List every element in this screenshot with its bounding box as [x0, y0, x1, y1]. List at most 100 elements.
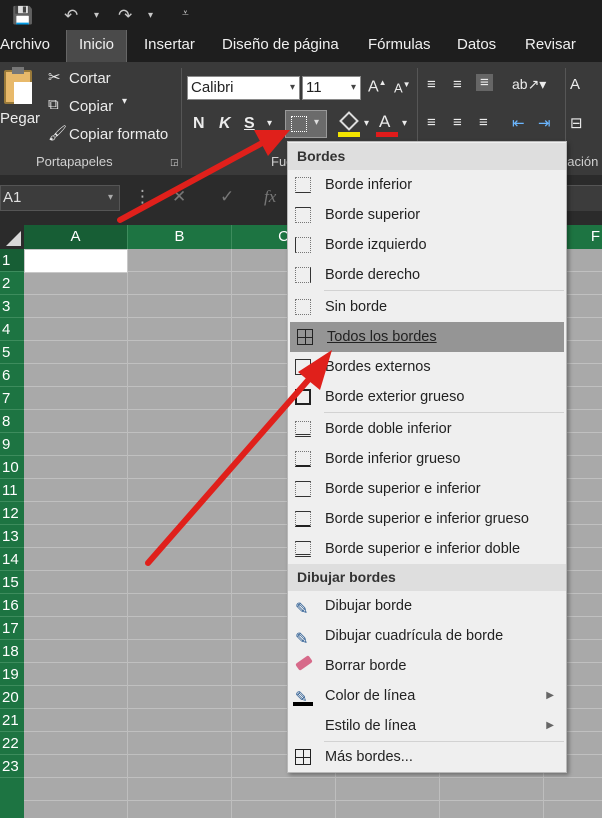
font-color-letter: A [379, 112, 391, 131]
chevron-down-icon[interactable]: ▾ [267, 118, 272, 129]
more-icon[interactable]: ⋮ [134, 187, 151, 207]
insert-function-button[interactable]: fx [264, 187, 276, 207]
row-header[interactable]: 20 [0, 686, 24, 709]
cut-icon[interactable]: ✂ [48, 68, 61, 86]
row-header[interactable]: 12 [0, 502, 24, 525]
row-header[interactable]: 9 [0, 433, 24, 456]
font-color-icon[interactable]: A [376, 112, 398, 137]
row-header[interactable]: 11 [0, 479, 24, 502]
tab-datos[interactable]: Datos [457, 30, 496, 62]
copy-button[interactable]: Copiar [69, 98, 113, 115]
row-header[interactable]: 6 [0, 364, 24, 387]
chevron-down-icon[interactable]: ▾ [364, 118, 369, 129]
row-header[interactable]: 3 [0, 295, 24, 318]
row-header[interactable]: 10 [0, 456, 24, 479]
menu-item-borde-derecho[interactable]: Borde derecho [288, 260, 566, 290]
row-header[interactable]: 5 [0, 341, 24, 364]
menu-item-borde-inferior[interactable]: Borde inferior [288, 170, 566, 200]
active-cell[interactable] [24, 249, 128, 273]
menu-item-dibujar-cuadricula[interactable]: ✎ Dibujar cuadrícula de borde [288, 621, 566, 651]
name-box[interactable]: A1 ▾ [0, 185, 120, 211]
row-header[interactable]: 23 [0, 755, 24, 778]
shrink-font-icon[interactable]: A▼ [394, 80, 411, 95]
select-all-button[interactable] [0, 225, 24, 249]
row-header[interactable]: 8 [0, 410, 24, 433]
align-center-icon[interactable]: ≡ [453, 114, 462, 131]
increase-indent-icon[interactable]: ⇥ [538, 114, 551, 132]
column-header[interactable]: B [128, 225, 232, 249]
format-painter-icon[interactable]: 🖌 [48, 124, 67, 142]
redo-dropdown-icon[interactable]: ▾ [148, 10, 153, 21]
menu-item-color-linea[interactable]: ✎ Color de línea ▶ [288, 681, 566, 711]
menu-item-borde-exterior-grueso[interactable]: Borde exterior grueso [288, 382, 566, 412]
bold-button[interactable]: N [193, 115, 205, 133]
row-header[interactable]: 15 [0, 571, 24, 594]
menu-item-borde-superior-inferior-doble[interactable]: Borde superior e inferior doble [288, 534, 566, 564]
undo-dropdown-icon[interactable]: ▾ [94, 10, 99, 21]
customize-icon[interactable]: ⩡ [182, 6, 189, 21]
menu-item-borde-superior-inferior[interactable]: Borde superior e inferior [288, 474, 566, 504]
tab-revisar[interactable]: Revisar [525, 30, 576, 62]
cut-button[interactable]: Cortar [69, 70, 111, 87]
cancel-icon[interactable]: ✕ [172, 187, 186, 207]
tab-formulas[interactable]: Fórmulas [368, 30, 431, 62]
menu-item-borde-inferior-grueso[interactable]: Borde inferior grueso [288, 444, 566, 474]
borders-button[interactable]: ▾ [285, 110, 327, 138]
row-header[interactable]: 22 [0, 732, 24, 755]
menu-item-borde-superior[interactable]: Borde superior [288, 200, 566, 230]
chevron-down-icon: ▾ [107, 192, 113, 203]
font-size-combo[interactable]: 11 ▾ [302, 76, 361, 100]
chevron-down-icon[interactable]: ▾ [402, 118, 407, 129]
grow-font-icon[interactable]: A▲ [368, 78, 387, 96]
row-header[interactable]: 2 [0, 272, 24, 295]
row-header[interactable]: 19 [0, 663, 24, 686]
wrap-text-icon[interactable]: A [570, 76, 580, 93]
menu-item-bordes-externos[interactable]: Bordes externos [288, 352, 566, 382]
menu-item-mas-bordes[interactable]: Más bordes... [288, 742, 566, 772]
chevron-down-icon[interactable]: ▾ [122, 96, 127, 107]
row-header[interactable]: 18 [0, 640, 24, 663]
align-left-icon[interactable]: ≡ [427, 114, 436, 131]
row-header[interactable]: 17 [0, 617, 24, 640]
enter-icon[interactable]: ✓ [220, 187, 234, 207]
underline-button[interactable]: S [244, 115, 255, 133]
orientation-icon[interactable]: ab↗▾ [512, 76, 546, 93]
save-icon[interactable]: 💾 [12, 6, 33, 26]
menu-item-dibujar-borde[interactable]: ✎ Dibujar borde [288, 591, 566, 621]
align-middle-icon[interactable]: ≡ [453, 76, 462, 93]
row-header[interactable]: 7 [0, 387, 24, 410]
redo-icon[interactable]: ↷ [118, 6, 132, 26]
row-header[interactable]: 14 [0, 548, 24, 571]
tab-inicio[interactable]: Inicio [66, 30, 128, 62]
row-header[interactable]: 4 [0, 318, 24, 341]
merge-icon[interactable]: ⊟ [570, 114, 583, 132]
format-painter-button[interactable]: Copiar formato [69, 126, 168, 143]
menu-item-todos-los-bordes[interactable]: Todos los bordes [290, 322, 564, 352]
copy-icon[interactable]: ⧉ [48, 96, 59, 113]
menu-item-borrar-borde[interactable]: Borrar borde [288, 651, 566, 681]
dialog-launcher-icon[interactable]: ◲ [170, 157, 179, 168]
fill-color-icon[interactable] [338, 111, 360, 137]
clipboard-icon[interactable] [4, 67, 32, 104]
row-header[interactable]: 16 [0, 594, 24, 617]
menu-item-borde-izquierdo[interactable]: Borde izquierdo [288, 230, 566, 260]
row-header[interactable]: 21 [0, 709, 24, 732]
paste-button[interactable]: Pegar [0, 110, 40, 127]
undo-icon[interactable]: ↶ [64, 6, 78, 26]
align-bottom-icon[interactable]: ≡ [476, 74, 493, 91]
tab-insertar[interactable]: Insertar [144, 30, 195, 62]
decrease-indent-icon[interactable]: ⇤ [512, 114, 525, 132]
menu-item-borde-superior-inferior-grueso[interactable]: Borde superior e inferior grueso [288, 504, 566, 534]
menu-item-sin-borde[interactable]: Sin borde [288, 292, 566, 322]
tab-diseno-pagina[interactable]: Diseño de página [222, 30, 339, 62]
menu-item-borde-doble-inferior[interactable]: Borde doble inferior [288, 414, 566, 444]
font-name-combo[interactable]: Calibri ▾ [187, 76, 300, 100]
row-header[interactable]: 13 [0, 525, 24, 548]
tab-archivo[interactable]: Archivo [0, 30, 50, 62]
menu-item-estilo-linea[interactable]: Estilo de línea ▶ [288, 711, 566, 741]
align-top-icon[interactable]: ≡ [427, 76, 436, 93]
align-right-icon[interactable]: ≡ [479, 114, 488, 131]
row-header[interactable]: 1 [0, 249, 24, 272]
italic-button[interactable]: K [219, 115, 231, 133]
column-header[interactable]: A [24, 225, 128, 249]
